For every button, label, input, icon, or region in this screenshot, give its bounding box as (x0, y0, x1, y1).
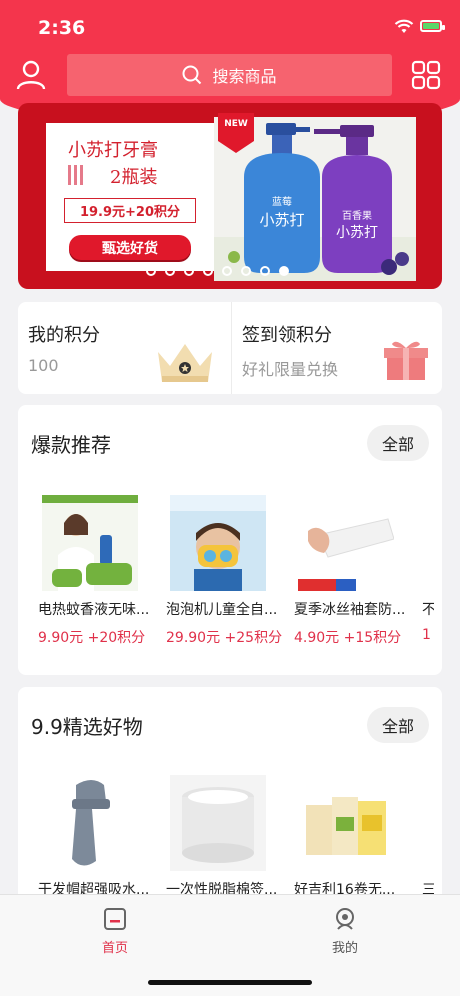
product-card[interactable]: 泡泡机儿童全自... 29.90元 +25积分 (166, 495, 282, 647)
home-icon (104, 908, 126, 930)
svg-text:蓝莓: 蓝莓 (272, 196, 292, 208)
section-title: 爆款推荐 (31, 433, 111, 457)
battery-icon (420, 20, 445, 32)
search-bar[interactable]: 搜索商品 (67, 54, 392, 96)
product-card[interactable]: 三 (422, 775, 434, 899)
home-indicator (148, 980, 312, 985)
category-grid-icon[interactable] (411, 60, 441, 90)
product-list: 电热蚊香液无味... 9.90元 +20积分 泡泡机儿童全自... 29.90元… (38, 495, 434, 647)
svg-text:百香果: 百香果 (342, 210, 372, 222)
product-name: 电热蚊香液无味... (38, 602, 150, 618)
gift-icon (384, 341, 428, 380)
promo-banner[interactable]: 小苏打牙膏 2瓶装 19.9元+20积分 甄选好货 小苏打 蓝莓 百香果 小苏打… (18, 103, 442, 289)
my-points-label[interactable]: 我的积分 (28, 321, 100, 347)
product-card[interactable]: 夏季冰丝袖套防... 4.90元 +15积分 (294, 495, 410, 647)
banner-decor (68, 165, 90, 185)
search-icon (182, 65, 202, 85)
product-image (170, 775, 266, 871)
product-card[interactable]: 电热蚊香液无味... 9.90元 +20积分 (38, 495, 154, 647)
status-bar: 2:36 (0, 14, 460, 44)
product-image (298, 495, 394, 591)
status-time: 2:36 (38, 17, 86, 39)
product-card[interactable]: 干发帽超强吸水... (38, 775, 154, 899)
product-price: 9.90元 +20积分 (38, 630, 146, 646)
hot-section: 爆款推荐 全部 电热蚊香液无味... 9.90元 +20积分 泡泡机儿童全自..… (18, 405, 442, 675)
view-all-button[interactable]: 全部 (367, 707, 429, 743)
profile-icon (336, 908, 354, 930)
sign-in-label[interactable]: 签到领积分 (242, 321, 332, 347)
product-image (170, 495, 266, 591)
product-name: 不 (422, 602, 434, 618)
section-title: 9.9精选好物 (31, 715, 143, 739)
product-image (42, 775, 138, 871)
product-price: 1 (422, 627, 431, 643)
product-card[interactable]: 不 1 (422, 495, 434, 647)
product-image (426, 495, 434, 591)
product-name: 夏季冰丝袖套防... (294, 602, 406, 618)
my-points-value: 100 (28, 356, 59, 375)
svg-text:小苏打: 小苏打 (336, 224, 378, 241)
product-price: 29.90元 +25积分 (166, 630, 283, 646)
user-icon[interactable] (14, 58, 48, 92)
svg-text:小苏打: 小苏打 (259, 211, 304, 229)
carousel-dots[interactable] (146, 266, 289, 276)
banner-subtitle: 2瓶装 (110, 167, 158, 188)
tab-home[interactable]: 首页 (75, 903, 155, 956)
banner-title: 小苏打牙膏 (68, 140, 158, 161)
wifi-icon (394, 19, 414, 33)
deals-section: 9.9精选好物 全部 干发帽超强吸水... 一次性脱脂棉签... 好吉利16卷无… (18, 687, 442, 902)
banner-cta-button[interactable]: 甄选好货 (69, 235, 191, 260)
tab-mine[interactable]: 我的 (305, 903, 385, 956)
product-image (426, 775, 434, 871)
search-placeholder: 搜索商品 (212, 67, 277, 86)
product-card[interactable]: 好吉利16卷无... (294, 775, 410, 899)
sign-in-subtitle: 好礼限量兑换 (242, 360, 339, 379)
crown-icon (158, 344, 212, 382)
product-list: 干发帽超强吸水... 一次性脱脂棉签... 好吉利16卷无... 三 (38, 775, 434, 899)
points-card: 我的积分 100 签到领积分 好礼限量兑换 (18, 302, 442, 394)
product-image (298, 775, 394, 871)
banner-price: 19.9元+20积分 (64, 198, 196, 223)
product-price: 4.90元 +15积分 (294, 630, 402, 646)
product-name: 泡泡机儿童全自... (166, 602, 278, 618)
tab-mine-label: 我的 (331, 941, 358, 956)
tab-home-label: 首页 (101, 941, 128, 956)
product-image (42, 495, 138, 591)
product-card[interactable]: 一次性脱脂棉签... (166, 775, 282, 899)
view-all-button[interactable]: 全部 (367, 425, 429, 461)
